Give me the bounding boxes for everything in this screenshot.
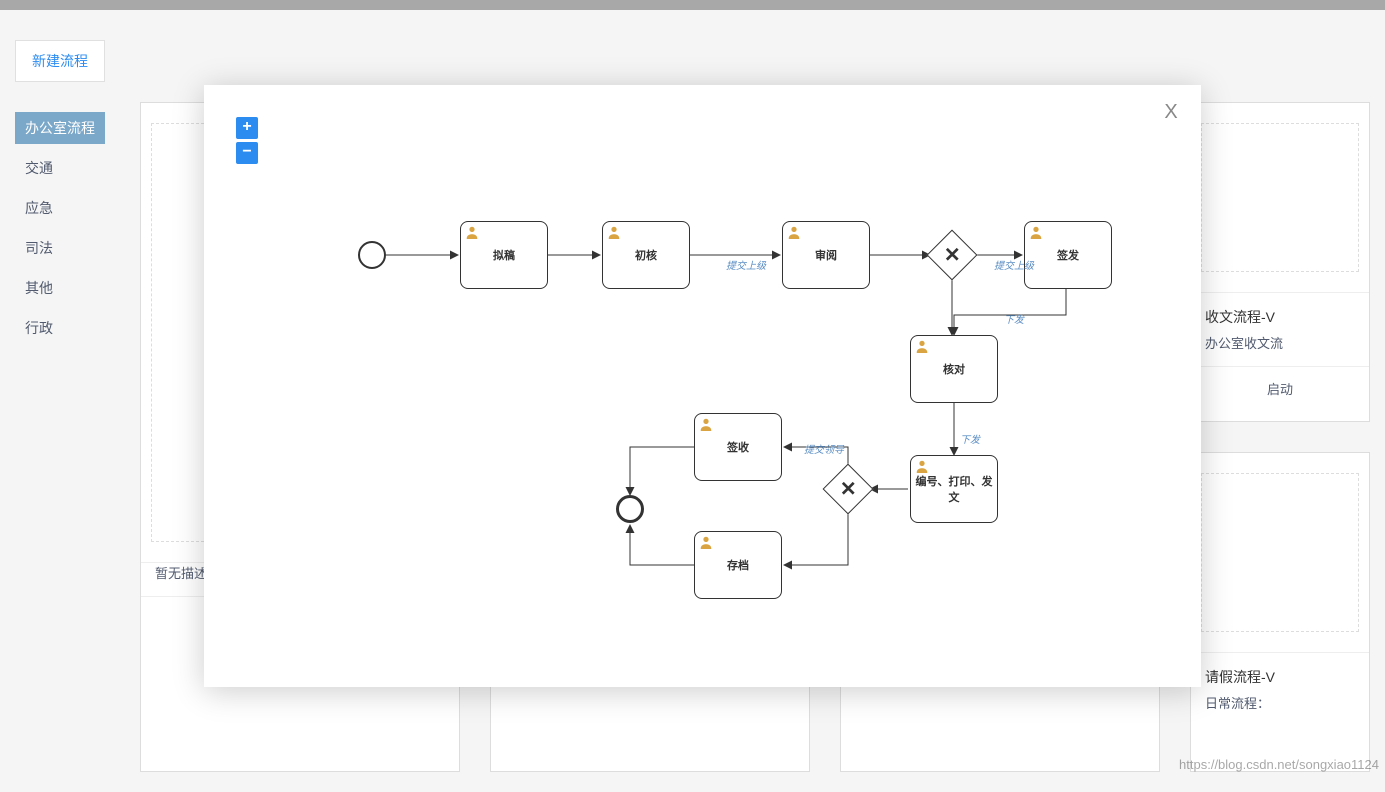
edge-label: 提交领导 [804,441,844,456]
sidebar-item-judicial[interactable]: 司法 [15,232,63,264]
user-icon [1029,225,1043,239]
bpmn-task-archive[interactable]: 存档 [694,531,782,599]
top-divider [0,0,1385,10]
sidebar-item-other[interactable]: 其他 [15,272,63,304]
card-action-start[interactable]: 启动 [1191,367,1369,410]
bpmn-task-draft[interactable]: 拟稿 [460,221,548,289]
bpmn-task-receive[interactable]: 签收 [694,413,782,481]
bpmn-task-check[interactable]: 核对 [910,335,998,403]
sidebar: 办公室流程 交通 应急 司法 其他 行政 [15,102,140,772]
diagram-modal: X + − [204,85,1201,687]
user-icon [787,225,801,239]
user-icon [915,339,929,353]
edge-label: 下发 [1004,311,1024,326]
user-icon [915,459,929,473]
card-desc: 日常流程： [1191,693,1369,726]
task-label: 签发 [1057,247,1079,263]
sidebar-item-emergency[interactable]: 应急 [15,192,63,224]
task-label: 审阅 [815,247,837,263]
sidebar-item-office[interactable]: 办公室流程 [15,112,105,144]
task-label: 拟稿 [493,247,515,263]
task-label: 编号、打印、发文 [915,473,993,505]
user-icon [465,225,479,239]
process-card[interactable]: 请假流程-V 日常流程： [1190,452,1370,772]
edge-label: 提交上级 [726,257,766,272]
edge-label: 下发 [960,431,980,446]
tab-new-process[interactable]: 新建流程 [15,40,105,82]
task-label: 初核 [635,247,657,263]
card-title: 收文流程-V [1191,293,1369,333]
process-card[interactable]: 收文流程-V 办公室收文流 启动 [1190,102,1370,422]
bpmn-task-read[interactable]: 审阅 [782,221,870,289]
edge-label: 提交上级 [994,257,1034,272]
card-desc: 办公室收文流 [1191,333,1369,366]
task-label: 签收 [727,439,749,455]
bpmn-diagram: 拟稿 初核 审阅 ✕ 签发 核对 编号、打印、发文 ✕ [204,85,1201,687]
user-icon [607,225,621,239]
gateway-x-icon: ✕ [840,479,857,499]
bpmn-start-event[interactable] [358,241,386,269]
watermark: https://blog.csdn.net/songxiao1124 [1179,757,1379,772]
user-icon [699,417,713,431]
bpmn-task-sign[interactable]: 签发 [1024,221,1112,289]
task-label: 核对 [943,361,965,377]
card-title: 请假流程-V [1191,653,1369,693]
sidebar-item-admin[interactable]: 行政 [15,312,63,344]
tab-bar: 新建流程 [0,10,1385,82]
task-label: 存档 [727,557,749,573]
user-icon [699,535,713,549]
bpmn-task-review1[interactable]: 初核 [602,221,690,289]
sidebar-item-traffic[interactable]: 交通 [15,152,63,184]
bpmn-end-event[interactable] [616,495,644,523]
gateway-x-icon: ✕ [944,245,961,265]
bpmn-task-print[interactable]: 编号、打印、发文 [910,455,998,523]
